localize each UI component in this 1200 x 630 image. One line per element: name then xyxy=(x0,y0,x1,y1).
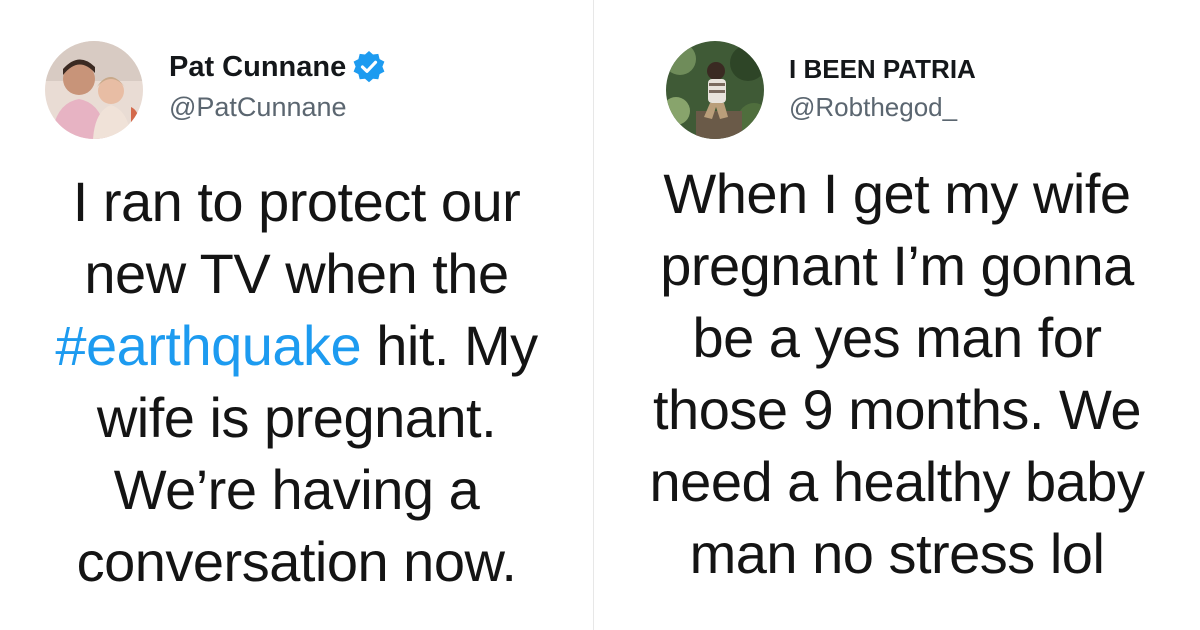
author-display-name[interactable]: I BEEN PATRIA xyxy=(789,54,976,85)
tweet-card-right: I BEEN PATRIA @Robthegod_ When I get my … xyxy=(594,0,1200,630)
tweet-text-line: new TV when the xyxy=(84,242,509,305)
tweet-card-left: Pat Cunnane @PatCunnane I ran to protect… xyxy=(0,0,593,630)
tweet-text-line: #earthquake hit. My xyxy=(0,310,593,382)
verified-badge-icon xyxy=(352,50,386,84)
tweet-text-line: We’re having a xyxy=(113,458,480,521)
tweet-text: When I get my wife pregnant I’m gonna be… xyxy=(594,158,1200,590)
avatar-photo-icon xyxy=(45,41,143,139)
tweet-text: I ran to protect our new TV when the #ea… xyxy=(0,166,593,598)
author-name-row: Pat Cunnane xyxy=(169,47,386,87)
tweet-text-line: wife is pregnant. xyxy=(96,386,497,449)
tweet-text-line: I ran to protect our xyxy=(72,170,521,233)
hashtag-link[interactable]: #earthquake xyxy=(55,314,361,377)
tweet-text-line: When I get my wife xyxy=(663,162,1131,225)
author-handle[interactable]: @Robthegod_ xyxy=(789,92,957,123)
avatar[interactable] xyxy=(666,41,764,139)
tweet-text-line: those 9 months. We xyxy=(653,378,1142,441)
avatar[interactable] xyxy=(45,41,143,139)
tweet-text-line: pregnant I’m gonna xyxy=(660,234,1134,297)
tweet-text-line: need a healthy baby xyxy=(649,450,1145,513)
tweet-text-line: conversation now. xyxy=(76,530,517,593)
tweet-comparison-image: Pat Cunnane @PatCunnane I ran to protect… xyxy=(0,0,1200,630)
author-display-name[interactable]: Pat Cunnane xyxy=(169,51,346,84)
tweet-text-line: man no stress lol xyxy=(689,522,1105,585)
author-handle[interactable]: @PatCunnane xyxy=(169,92,347,123)
author-name-row: I BEEN PATRIA xyxy=(789,52,976,86)
tweet-text-line: be a yes man for xyxy=(692,306,1102,369)
tweet-text-fragment: hit. My xyxy=(361,314,538,377)
avatar-photo-icon xyxy=(666,41,764,139)
